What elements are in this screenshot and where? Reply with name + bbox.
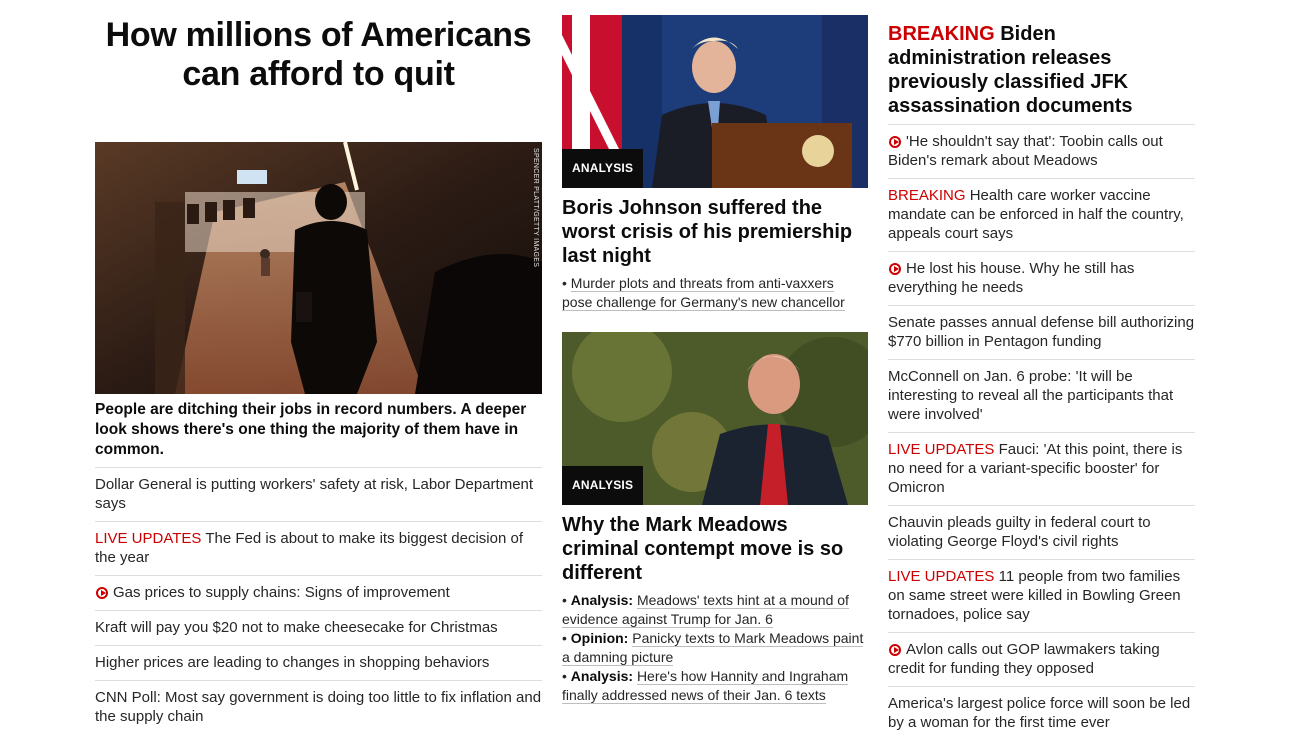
live-updates-label: LIVE UPDATES (888, 568, 995, 585)
list-item[interactable]: Senate passes annual defense bill author… (888, 305, 1195, 359)
story-image[interactable]: ANALYSIS (562, 15, 868, 188)
related-link[interactable]: • Analysis: Here's how Hannity and Ingra… (562, 667, 868, 705)
hero-description-link[interactable]: People are ditching their jobs in record… (95, 400, 542, 460)
headline-text: Kraft will pay you $20 not to make chees… (95, 619, 498, 636)
breaking-label: BREAKING (888, 187, 966, 204)
live-updates-label: LIVE UPDATES (95, 530, 202, 547)
headline-text: Dollar General is putting workers' safet… (95, 476, 534, 512)
play-video-icon (96, 587, 108, 599)
play-video-icon (889, 644, 901, 656)
related-link[interactable]: • Murder plots and threats from anti-vax… (562, 274, 868, 312)
list-item[interactable]: McConnell on Jan. 6 probe: 'It will be i… (888, 359, 1195, 432)
hero-image[interactable]: SPENCER PLATT/GETTY IMAGES (95, 142, 542, 394)
headline-text: Gas prices to supply chains: Signs of im… (113, 584, 450, 601)
list-item[interactable]: America's largest police force will soon… (888, 686, 1195, 740)
right-headline-list: 'He shouldn't say that': Toobin calls ou… (888, 124, 1195, 740)
headline-text: CNN Poll: Most say government is doing t… (95, 689, 542, 725)
play-video-icon (889, 263, 901, 275)
related-link[interactable]: • Opinion: Panicky texts to Mark Meadows… (562, 629, 868, 667)
list-item[interactable]: CNN Poll: Most say government is doing t… (95, 680, 542, 734)
left-headline-list: Dollar General is putting workers' safet… (95, 467, 542, 734)
lead-story-column: How millions of Americans can afford to … (95, 0, 542, 725)
play-video-icon (889, 136, 901, 148)
story-card-johnson: ANALYSIS Boris Johnson suffered the wors… (562, 15, 868, 312)
headline-text: Higher prices are leading to changes in … (95, 654, 490, 671)
story-card-meadows: ANALYSIS Why the Mark Meadows criminal c… (562, 332, 868, 705)
list-item[interactable]: Chauvin pleads guilty in federal court t… (888, 505, 1195, 559)
hero-headline-link[interactable]: How millions of Americans can afford to … (95, 16, 542, 94)
story-headline-link[interactable]: Boris Johnson suffered the worst crisis … (562, 196, 868, 268)
list-item[interactable]: Kraft will pay you $20 not to make chees… (95, 610, 542, 645)
analysis-badge: ANALYSIS (562, 466, 644, 505)
list-item[interactable]: Gas prices to supply chains: Signs of im… (95, 575, 542, 610)
related-link[interactable]: • Analysis: Meadows' texts hint at a mou… (562, 591, 868, 629)
breaking-headline-link[interactable]: BREAKING Biden administration releases p… (888, 22, 1195, 118)
list-item[interactable]: LIVE UPDATES The Fed is about to make it… (95, 521, 542, 575)
list-item[interactable]: 'He shouldn't say that': Toobin calls ou… (888, 124, 1195, 178)
story-image[interactable]: ANALYSIS (562, 332, 868, 505)
list-item[interactable]: Avlon calls out GOP lawmakers taking cre… (888, 632, 1195, 686)
analysis-badge: ANALYSIS (562, 149, 644, 188)
live-updates-label: LIVE UPDATES (888, 441, 995, 458)
subway-platform-photo (95, 142, 542, 394)
list-item[interactable]: BREAKING Health care worker vaccine mand… (888, 178, 1195, 251)
list-item[interactable]: Dollar General is putting workers' safet… (95, 467, 542, 521)
list-item[interactable]: Higher prices are leading to changes in … (95, 645, 542, 680)
list-item[interactable]: LIVE UPDATES Fauci: 'At this point, ther… (888, 432, 1195, 505)
photo-credit: SPENCER PLATT/GETTY IMAGES (532, 148, 539, 268)
breaking-label: BREAKING (888, 23, 995, 45)
right-column: BREAKING Biden administration releases p… (888, 0, 1195, 731)
list-item[interactable]: He lost his house. Why he still has ever… (888, 251, 1195, 305)
list-item[interactable]: LIVE UPDATES 11 people from two families… (888, 559, 1195, 632)
story-headline-link[interactable]: Why the Mark Meadows criminal contempt m… (562, 513, 868, 585)
